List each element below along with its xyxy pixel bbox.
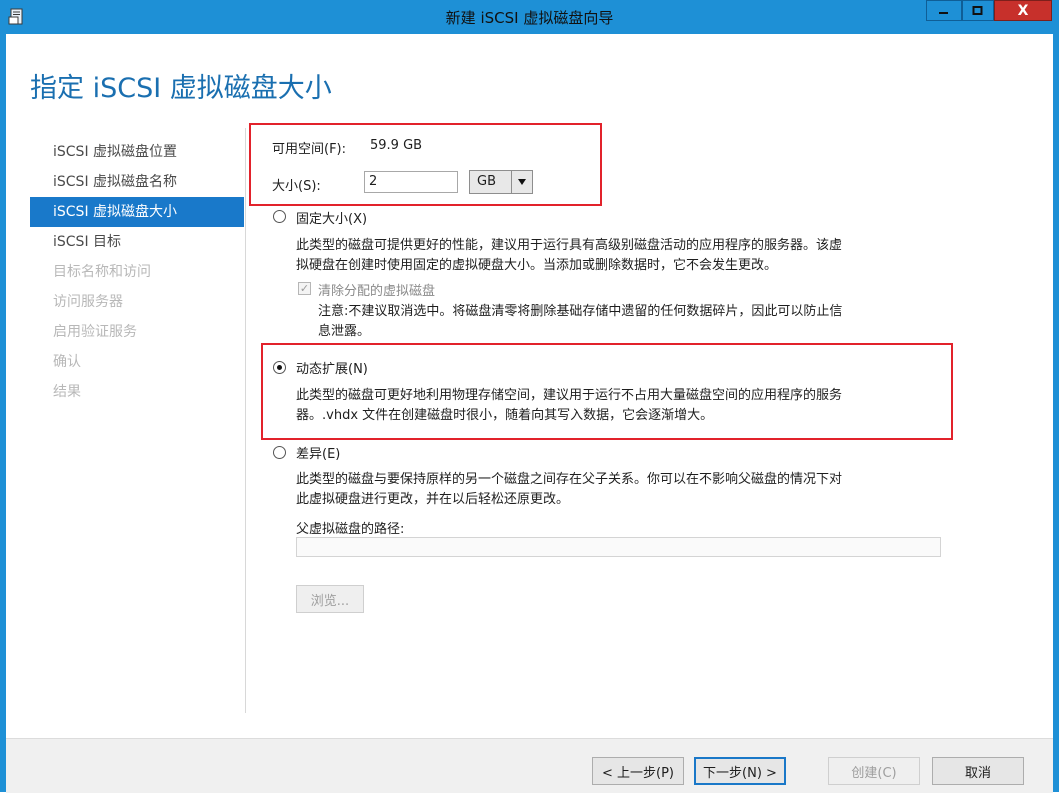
fixed-size-desc-line2: 拟硬盘在创建时使用固定的虚拟硬盘大小。当添加或删除数据时，它不会发生更改。: [296, 258, 778, 273]
nav-item-target-name-access: 目标名称和访问: [53, 264, 151, 280]
nav-item-disk-name[interactable]: iSCSI 虚拟磁盘名称: [30, 167, 244, 197]
wizard-footer: < 上一步(P) 下一步(N) > 创建(C) 取消: [6, 738, 1053, 793]
differencing-desc-line2: 此虚拟硬盘进行更改，并在以后轻松还原更改。: [296, 492, 570, 507]
differencing-label[interactable]: 差异(E): [296, 443, 340, 462]
size-label: 大小(S):: [272, 179, 321, 194]
wizard-step-nav: iSCSI 虚拟磁盘位置 iSCSI 虚拟磁盘名称 iSCSI 虚拟磁盘大小 i…: [30, 137, 244, 407]
clear-note-line1: 注意:不建议取消选中。将磁盘清零将删除基础存储中遗留的任何数据碎片，因此可以防止…: [318, 304, 843, 319]
minimize-icon: [939, 11, 948, 14]
maximize-button[interactable]: [962, 0, 994, 21]
fixed-size-radio[interactable]: [273, 210, 286, 223]
clear-note-line2: 息泄露。: [318, 324, 371, 339]
nav-item-results: 结果: [53, 384, 81, 400]
page-title: 指定 iSCSI 虚拟磁盘大小: [30, 73, 332, 104]
fixed-size-desc-line1: 此类型的磁盘可提供更好的性能，建议用于运行具有高级别磁盘活动的应用程序的服务器。…: [296, 238, 843, 253]
window-title: 新建 iSCSI 虚拟磁盘向导: [445, 9, 614, 27]
nav-item-confirmation: 确认: [53, 354, 81, 370]
window-frame-right: [1053, 34, 1059, 792]
nav-item-iscsi-target[interactable]: iSCSI 目标: [30, 227, 244, 257]
previous-button[interactable]: < 上一步(P): [592, 757, 684, 785]
nav-item-access-servers: 访问服务器: [53, 294, 123, 310]
dynamic-expanding-radio[interactable]: [273, 361, 286, 374]
wizard-client-area: 指定 iSCSI 虚拟磁盘大小 iSCSI 虚拟磁盘位置 iSCSI 虚拟磁盘名…: [6, 34, 1053, 793]
clear-allocated-label: 清除分配的虚拟磁盘: [318, 284, 436, 299]
size-input[interactable]: 2: [364, 171, 458, 193]
create-button[interactable]: 创建(C): [828, 757, 920, 785]
close-button[interactable]: X: [994, 0, 1052, 21]
dynamic-desc-line1: 此类型的磁盘可更好地利用物理存储空间，建议用于运行不占用大量磁盘空间的应用程序的…: [296, 388, 843, 403]
available-space-label: 可用空间(F):: [272, 142, 347, 157]
dynamic-desc-line2: 器。.vhdx 文件在创建磁盘时很小，随着向其写入数据，它会逐渐增大。: [296, 408, 714, 423]
differencing-radio[interactable]: [273, 446, 286, 459]
minimize-button[interactable]: [926, 0, 962, 21]
close-icon: X: [1017, 2, 1029, 19]
chevron-down-icon: [511, 171, 532, 193]
differencing-desc-line1: 此类型的磁盘与要保持原样的另一个磁盘之间存在父子关系。你可以在不影响父磁盘的情况…: [296, 472, 843, 487]
nav-item-disk-size[interactable]: iSCSI 虚拟磁盘大小: [30, 197, 244, 227]
clear-allocated-checkbox[interactable]: ✓: [298, 282, 311, 295]
next-button[interactable]: 下一步(N) >: [694, 757, 786, 785]
nav-item-disk-location[interactable]: iSCSI 虚拟磁盘位置: [30, 137, 244, 167]
cancel-button[interactable]: 取消: [932, 757, 1024, 785]
nav-item-enable-auth: 启用验证服务: [53, 324, 137, 340]
maximize-icon: [972, 5, 983, 15]
parent-path-input[interactable]: [296, 537, 941, 557]
available-space-value: 59.9 GB: [370, 138, 423, 153]
dynamic-expanding-label[interactable]: 动态扩展(N): [296, 358, 368, 377]
nav-divider: [245, 128, 246, 713]
parent-path-label: 父虚拟磁盘的路径:: [296, 522, 405, 537]
browse-button[interactable]: 浏览...: [296, 585, 364, 613]
fixed-size-label[interactable]: 固定大小(X): [296, 208, 367, 227]
window-titlebar[interactable]: 新建 iSCSI 虚拟磁盘向导 X: [0, 0, 1059, 34]
size-unit-select[interactable]: GB: [469, 170, 533, 194]
size-unit-value: GB: [477, 174, 496, 189]
